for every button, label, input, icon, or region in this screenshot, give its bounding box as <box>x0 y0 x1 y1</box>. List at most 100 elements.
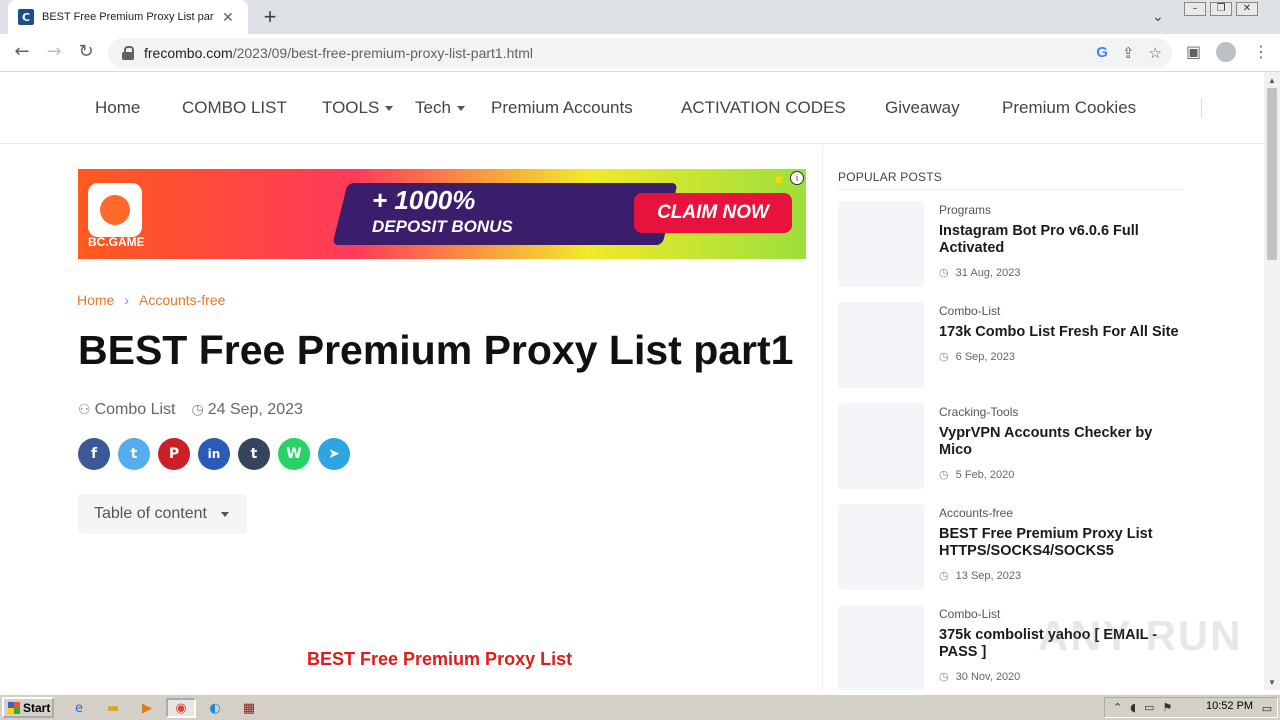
scrollbar-thumb[interactable] <box>1267 88 1277 260</box>
twitter-share-button[interactable]: t <box>118 438 150 470</box>
breadcrumb-category[interactable]: Accounts-free <box>139 292 225 308</box>
menu-kebab-icon[interactable]: ⋮ <box>1253 42 1269 62</box>
post-thumbnail[interactable] <box>838 403 924 489</box>
windows-flag-icon <box>8 701 20 714</box>
page-title: BEST Free Premium Proxy List part1 <box>78 327 794 373</box>
sidebar-title-underline <box>838 189 1184 190</box>
side-panel-icon[interactable]: ▣ <box>1186 42 1201 62</box>
folder-icon[interactable]: ▬ <box>102 698 124 718</box>
ad-banner[interactable]: BC.GAME + 1000% DEPOSIT BONUS CLAIM NOW … <box>78 169 806 259</box>
nav-giveaway[interactable]: Giveaway <box>885 98 960 118</box>
post-thumbnail[interactable] <box>838 302 924 388</box>
nav-premium-cookies[interactable]: Premium Cookies <box>1002 98 1136 118</box>
popular-post[interactable]: Programs Instagram Bot Pro v6.0.6 Full A… <box>838 201 1188 291</box>
browser-tab[interactable]: C BEST Free Premium Proxy List part1 ✕ <box>8 0 248 34</box>
breadcrumb-home[interactable]: Home <box>77 292 114 308</box>
start-button[interactable]: Start <box>2 697 54 718</box>
scroll-up-arrow-icon[interactable]: ▲ <box>1268 76 1276 85</box>
post-category[interactable]: Programs <box>939 203 991 217</box>
network-icon[interactable]: ▭ <box>1144 701 1154 714</box>
bc-game-logo <box>88 183 142 237</box>
facebook-share-button[interactable]: f <box>78 438 110 470</box>
post-title[interactable]: VyprVPN Accounts Checker by Mico <box>939 425 1179 459</box>
popular-post[interactable]: Cracking-Tools VyprVPN Accounts Checker … <box>838 403 1188 493</box>
post-category[interactable]: Cracking-Tools <box>939 405 1018 419</box>
url-path: /2023/09/best-free-premium-proxy-list-pa… <box>232 45 534 61</box>
url-domain: frecombo.com <box>144 45 233 61</box>
winrar-icon[interactable]: ▦ <box>234 698 264 718</box>
address-bar[interactable]: frecombo.com/2023/09/best-free-premium-p… <box>108 38 1172 68</box>
post-category[interactable]: Combo-List <box>939 304 1000 318</box>
post-title[interactable]: Instagram Bot Pro v6.0.6 Full Activated <box>939 223 1179 257</box>
post-category[interactable]: Combo-List <box>939 607 1000 621</box>
nav-home[interactable]: Home <box>95 98 140 118</box>
telegram-share-button[interactable]: ➤ <box>318 438 350 470</box>
show-hidden-icons-icon[interactable]: ⌃ <box>1113 701 1122 714</box>
new-tab-button[interactable]: + <box>258 4 282 30</box>
google-translate-icon[interactable]: G <box>1096 44 1108 62</box>
nav-divider <box>1201 98 1202 118</box>
lock-icon[interactable] <box>122 46 134 60</box>
page-scrollbar[interactable]: ▲ ▼ <box>1264 72 1280 690</box>
close-window-button[interactable]: ✕ <box>1236 2 1258 16</box>
clock-icon: ◷ <box>939 670 949 683</box>
show-desktop-icon[interactable]: ▭ <box>1256 698 1278 718</box>
flag-icon[interactable]: ⚑ <box>1162 701 1172 714</box>
post-date-text: 13 Sep, 2023 <box>955 570 1022 582</box>
reload-icon[interactable]: ↻ <box>74 41 98 62</box>
media-player-icon[interactable]: ▶ <box>136 698 158 718</box>
restore-button[interactable]: ❐ <box>1210 2 1232 16</box>
pinterest-share-button[interactable]: P <box>158 438 190 470</box>
chevron-down-icon <box>220 511 229 517</box>
post-date-text: 31 Aug, 2023 <box>955 267 1021 279</box>
nav-premium-accounts[interactable]: Premium Accounts <box>491 98 633 118</box>
profile-avatar-icon[interactable] <box>1216 42 1236 67</box>
minimize-button[interactable]: – <box>1184 2 1206 16</box>
whatsapp-share-button[interactable]: W <box>278 438 310 470</box>
post-meta: ⚇ Combo List ◷ 24 Sep, 2023 <box>78 401 303 419</box>
windows-taskbar: Start e ▬ ▶ ◉ ◐ ▦ ⌃ ◖ ▭ ⚑ 10:52 PM ▭ <box>0 694 1280 720</box>
nav-combo-list[interactable]: COMBO LIST <box>182 98 287 118</box>
tumblr-share-button[interactable]: t <box>238 438 270 470</box>
share-buttons: f t P in t W ➤ <box>78 438 350 470</box>
clock-icon: ◷ <box>939 569 949 582</box>
nav-tools[interactable]: TOOLS <box>322 98 394 118</box>
scroll-down-arrow-icon[interactable]: ▼ <box>1268 678 1276 687</box>
bookmark-star-icon[interactable]: ☆ <box>1149 44 1162 62</box>
volume-icon[interactable]: ◖ <box>1130 701 1136 714</box>
post-date: 24 Sep, 2023 <box>207 401 303 418</box>
tab-search-chevron-icon[interactable]: ⌄ <box>1152 8 1164 25</box>
banner-headline: + 1000% <box>372 185 476 215</box>
nav-activation-codes[interactable]: ACTIVATION CODES <box>681 98 846 118</box>
forward-arrow-icon[interactable]: → <box>42 41 66 62</box>
chrome-taskbar-icon[interactable]: ◉ <box>166 698 196 718</box>
post-thumbnail[interactable] <box>838 504 924 590</box>
post-title[interactable]: BEST Free Premium Proxy List HTTPS/SOCKS… <box>939 526 1179 560</box>
nav-tech[interactable]: Tech <box>415 98 465 118</box>
star-icon: ★ <box>771 169 786 188</box>
edge-icon[interactable]: ◐ <box>204 698 226 718</box>
clock-icon: ◷ <box>939 266 949 279</box>
post-thumbnail[interactable] <box>838 201 924 287</box>
table-of-content-toggle[interactable]: Table of content <box>78 494 247 534</box>
browser-tab-strip: C BEST Free Premium Proxy List part1 ✕ +… <box>0 0 1280 34</box>
banner-brand: BC.GAME <box>88 235 145 249</box>
linkedin-share-button[interactable]: in <box>198 438 230 470</box>
chevron-right-icon: › <box>124 292 130 308</box>
tab-close-icon[interactable]: ✕ <box>222 9 234 26</box>
share-icon[interactable]: ⇪ <box>1122 44 1135 62</box>
post-title[interactable]: 173k Combo List Fresh For All Site <box>939 324 1179 341</box>
back-arrow-icon[interactable]: ← <box>10 41 34 62</box>
claim-now-button[interactable]: CLAIM NOW <box>634 193 792 233</box>
post-date: ◷ 5 Feb, 2020 <box>939 468 1014 481</box>
breadcrumb: Home › Accounts-free <box>77 292 225 308</box>
post-author[interactable]: Combo List <box>95 401 176 419</box>
popular-post[interactable]: Accounts-free BEST Free Premium Proxy Li… <box>838 504 1188 594</box>
adchoices-icon[interactable]: i <box>790 171 804 185</box>
post-category[interactable]: Accounts-free <box>939 506 1013 520</box>
tab-title: BEST Free Premium Proxy List part1 <box>42 11 214 23</box>
internet-explorer-icon[interactable]: e <box>68 698 90 718</box>
post-date-text: 6 Sep, 2023 <box>955 351 1016 363</box>
popular-post[interactable]: Combo-List 173k Combo List Fresh For All… <box>838 302 1188 392</box>
post-thumbnail[interactable] <box>838 605 924 690</box>
